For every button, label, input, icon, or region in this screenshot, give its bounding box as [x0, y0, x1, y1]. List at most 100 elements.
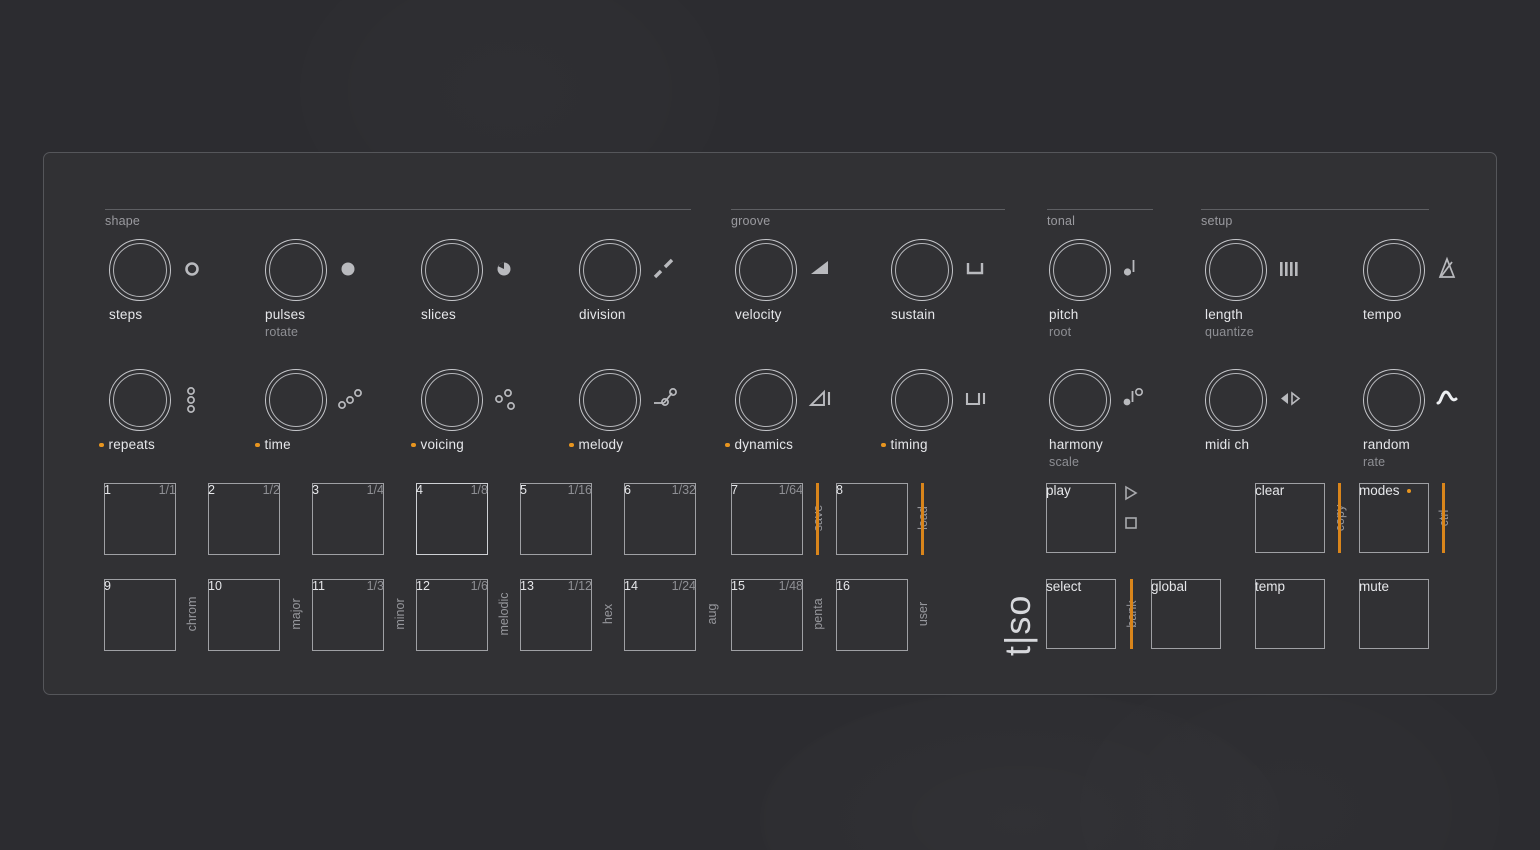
step-pad-division: 1/24	[671, 579, 696, 593]
knob-unit-time: time	[255, 369, 362, 452]
knob-unit-slices: slices	[421, 239, 511, 322]
note-degree-icon	[1123, 385, 1157, 415]
knob-tempo[interactable]	[1363, 239, 1425, 301]
note-icon	[1123, 255, 1157, 285]
knob-label: time	[255, 437, 291, 452]
knob-label: sustain	[891, 307, 936, 322]
knob-midi-ch[interactable]	[1205, 369, 1267, 431]
accent-bar	[816, 483, 819, 555]
knob-label: pulses	[265, 307, 306, 322]
scattered-dots-icon	[495, 385, 529, 415]
step-pad-number: 16	[836, 579, 850, 593]
step-pad-number: 8	[836, 483, 843, 497]
knob-voicing[interactable]	[421, 369, 483, 431]
knob-unit-timing: timing	[881, 369, 986, 452]
side-tag-save[interactable]: save	[809, 483, 827, 569]
alt-function-dot	[1406, 488, 1412, 493]
side-tag-bank[interactable]: bank	[1123, 579, 1141, 665]
step-pad-9[interactable]	[104, 579, 176, 651]
section-header-setup: setup	[1201, 209, 1429, 228]
step-pad-division: 1/64	[778, 483, 803, 497]
play-triangle-icon[interactable]	[1123, 485, 1143, 507]
knob-sublabel: scale	[1049, 455, 1080, 469]
ramp-outline-bar-icon	[808, 385, 843, 415]
knob-label: timing	[881, 437, 928, 452]
step-pad-division: 1/8	[470, 483, 488, 497]
knob-sublabel: root	[1049, 325, 1072, 339]
knob-steps[interactable]	[109, 239, 171, 301]
step-pad-division: 1/4	[366, 483, 384, 497]
knob-unit-length: length quantize	[1205, 239, 1298, 339]
knob-label: melody	[569, 437, 623, 452]
side-tag-penta: penta	[809, 579, 827, 665]
device-logo: t|so	[997, 594, 1038, 656]
control-pad-label: temp	[1255, 579, 1286, 594]
side-tag-label: melodic	[497, 592, 511, 636]
knob-label: voicing	[411, 437, 464, 452]
knob-unit-repeats: repeats	[99, 369, 195, 452]
knob-unit-steps: steps	[109, 239, 199, 322]
step-pad-division: 1/12	[567, 579, 592, 593]
section-header-shape: shape	[105, 209, 691, 228]
step-pad-division: 1/1	[158, 483, 176, 497]
knob-time[interactable]	[265, 369, 327, 431]
accent-bar	[1338, 483, 1341, 553]
knob-timing[interactable]	[891, 369, 953, 431]
side-tag-minor: minor	[391, 579, 409, 665]
side-tag-melodic: melodic	[495, 579, 513, 665]
three-dots-diagonal-icon	[338, 385, 373, 415]
knob-label: random	[1363, 437, 1410, 452]
section-label: groove	[731, 214, 771, 228]
section-label: tonal	[1047, 214, 1076, 228]
control-pad-label: select	[1046, 579, 1082, 594]
knob-unit-velocity: velocity	[735, 239, 828, 322]
filled-dot-icon	[339, 255, 373, 285]
side-tag-load[interactable]: load	[914, 483, 932, 569]
side-tag-label: major	[289, 598, 303, 630]
side-tag-chrom: chrom	[183, 579, 201, 665]
section-header-groove: groove	[731, 209, 1005, 228]
accent-bar	[921, 483, 924, 555]
control-pad-label: clear	[1255, 483, 1285, 498]
knob-velocity[interactable]	[735, 239, 797, 301]
four-bars-icon	[1279, 255, 1313, 285]
knob-label-text: voicing	[420, 437, 464, 452]
knob-label: pitch	[1049, 307, 1079, 322]
knob-random[interactable]	[1363, 369, 1425, 431]
knob-sustain[interactable]	[891, 239, 953, 301]
knob-label: tempo	[1363, 307, 1402, 322]
alt-function-dot	[881, 442, 886, 447]
knob-division[interactable]	[579, 239, 641, 301]
knob-unit-tempo: tempo	[1363, 239, 1456, 322]
step-pad-division: 1/16	[567, 483, 592, 497]
knob-length[interactable]	[1205, 239, 1267, 301]
step-pad-division: 1/32	[671, 483, 696, 497]
knob-melody[interactable]	[579, 369, 641, 431]
side-tag-ctrl[interactable]: ctrl	[1435, 483, 1453, 569]
side-tag-copy[interactable]: copy	[1331, 483, 1349, 569]
knob-dynamics[interactable]	[735, 369, 797, 431]
step-pad-division: 1/48	[778, 579, 803, 593]
knob-pulses[interactable]	[265, 239, 327, 301]
knob-label: midi ch	[1205, 437, 1250, 452]
knob-unit-random: random rate	[1363, 369, 1458, 469]
knob-sublabel: rate	[1363, 455, 1386, 469]
knob-unit-midi-ch: midi ch	[1205, 369, 1301, 452]
ring-dot-icon	[183, 255, 217, 285]
knob-label: steps	[109, 307, 143, 322]
side-tag-major: major	[287, 579, 305, 665]
step-pad-number: 10	[208, 579, 222, 593]
stop-square-icon[interactable]	[1123, 515, 1143, 537]
step-pad-division: 1/6	[470, 579, 488, 593]
knob-harmony[interactable]	[1049, 369, 1111, 431]
knob-label: length	[1205, 307, 1243, 322]
side-tag-label: hex	[601, 603, 615, 625]
section-label: shape	[105, 214, 141, 228]
knob-pitch[interactable]	[1049, 239, 1111, 301]
knob-label-text: time	[264, 437, 291, 452]
knob-label: velocity	[735, 307, 782, 322]
knob-repeats[interactable]	[109, 369, 171, 431]
knob-slices[interactable]	[421, 239, 483, 301]
u-bracket-icon	[965, 255, 999, 285]
step-pad-8[interactable]	[836, 483, 908, 555]
